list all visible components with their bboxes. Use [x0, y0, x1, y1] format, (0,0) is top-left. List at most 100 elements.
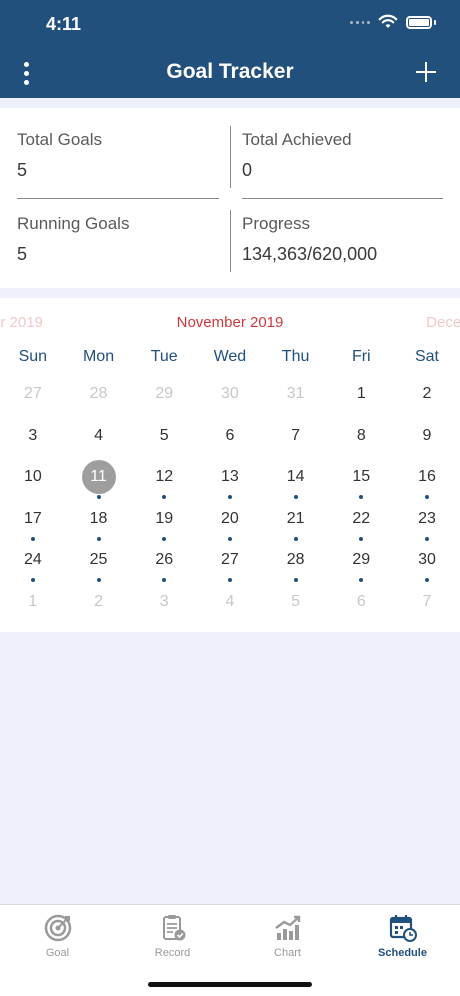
- calendar-day[interactable]: 3: [0, 416, 66, 458]
- month-header: er 2019 November 2019 Decemb: [0, 314, 460, 334]
- home-indicator: [148, 982, 312, 987]
- calendar-day[interactable]: 22: [328, 499, 394, 541]
- calendar-day-selected[interactable]: 11: [66, 457, 132, 499]
- day-number: 11: [81, 460, 116, 494]
- calendar-day[interactable]: 1: [328, 374, 394, 416]
- day-number: 6: [225, 426, 235, 444]
- divider: [17, 198, 219, 199]
- calendar-day[interactable]: 31: [263, 374, 329, 416]
- day-number: 13: [221, 468, 239, 485]
- calendar-day[interactable]: 1: [0, 582, 66, 624]
- day-number: 29: [155, 385, 174, 402]
- calendar-day[interactable]: 13: [197, 457, 263, 499]
- day-number: 20: [221, 509, 239, 527]
- calendar-day[interactable]: 9: [394, 416, 460, 458]
- day-number: 30: [221, 385, 239, 402]
- calendar-week: 1 2 3 4 5 6 7: [0, 582, 460, 624]
- day-number: 27: [221, 551, 239, 568]
- divider: [230, 210, 231, 272]
- tab-goal[interactable]: Goal: [0, 905, 115, 996]
- calendar-day[interactable]: 12: [131, 457, 197, 499]
- day-number: 14: [286, 468, 305, 485]
- calendar-day[interactable]: 3: [131, 582, 197, 624]
- stat-label: Total Achieved: [242, 130, 352, 149]
- calendar-clock-icon: [389, 915, 417, 942]
- day-number: 27: [23, 385, 42, 402]
- weekday-label: Fri: [351, 348, 371, 365]
- day-number: 5: [159, 426, 169, 444]
- day-number: 5: [291, 592, 301, 610]
- add-goal-button[interactable]: [414, 60, 438, 84]
- calendar-day[interactable]: 5: [131, 416, 197, 458]
- divider: [242, 198, 443, 199]
- calendar-day[interactable]: 7: [394, 582, 460, 624]
- calendar-day[interactable]: 23: [394, 499, 460, 541]
- calendar-day[interactable]: 30: [394, 540, 460, 582]
- day-number: 24: [23, 551, 42, 568]
- current-month-label: November 2019: [176, 314, 284, 331]
- calendar-day[interactable]: 26: [131, 540, 197, 582]
- day-number: 6: [356, 592, 366, 610]
- calendar-day[interactable]: 28: [263, 540, 329, 582]
- tab-label: Schedule: [378, 947, 427, 959]
- clipboard-check-icon: [162, 915, 185, 941]
- calendar-week: 17 18 19 20 21 22 23: [0, 499, 460, 541]
- calendar: er 2019 November 2019 Decemb Sun Mon Tue We…: [0, 298, 460, 632]
- calendar-day[interactable]: 7: [263, 416, 329, 458]
- stat-value: 5: [17, 244, 28, 264]
- calendar-day[interactable]: 6: [197, 416, 263, 458]
- calendar-day[interactable]: 21: [263, 499, 329, 541]
- day-number: 28: [286, 551, 305, 568]
- calendar-day[interactable]: 18: [66, 499, 132, 541]
- calendar-day[interactable]: 16: [394, 457, 460, 499]
- calendar-day[interactable]: 27: [197, 540, 263, 582]
- day-number: 23: [418, 509, 436, 527]
- calendar-day[interactable]: 28: [66, 374, 132, 416]
- calendar-day[interactable]: 15: [328, 457, 394, 499]
- calendar-day[interactable]: 14: [263, 457, 329, 499]
- weekday-label: Mon: [82, 348, 115, 365]
- calendar-day[interactable]: 29: [131, 374, 197, 416]
- calendar-day[interactable]: 17: [0, 499, 66, 541]
- status-icons: [350, 14, 436, 30]
- calendar-day[interactable]: 2: [66, 582, 132, 624]
- calendar-day[interactable]: 4: [197, 582, 263, 624]
- day-number: 7: [422, 592, 432, 610]
- next-month-label[interactable]: Decemb: [426, 314, 460, 331]
- calendar-day[interactable]: 4: [66, 416, 132, 458]
- calendar-day[interactable]: 19: [131, 499, 197, 541]
- calendar-day[interactable]: 8: [328, 416, 394, 458]
- calendar-day[interactable]: 20: [197, 499, 263, 541]
- calendar-day[interactable]: 24: [0, 540, 66, 582]
- calendar-day[interactable]: 27: [0, 374, 66, 416]
- day-number: 29: [352, 551, 371, 568]
- calendar-day[interactable]: 10: [0, 457, 66, 499]
- stat-label: Running Goals: [17, 214, 130, 233]
- calendar-day[interactable]: 30: [197, 374, 263, 416]
- divider: [230, 126, 231, 188]
- calendar-day[interactable]: 6: [328, 582, 394, 624]
- day-number: 21: [286, 509, 305, 527]
- calendar-week: 27 28 29 30 31 1 2: [0, 374, 460, 416]
- signal-icon: [350, 19, 370, 25]
- weekday-label: Tue: [150, 348, 178, 365]
- calendar-day[interactable]: 25: [66, 540, 132, 582]
- calendar-day[interactable]: 5: [263, 582, 329, 624]
- target-icon: [44, 914, 71, 942]
- status-time: 4:11: [46, 14, 82, 34]
- tab-schedule[interactable]: Schedule: [345, 905, 460, 996]
- day-number: 9: [422, 426, 432, 444]
- stat-value: 134,363/620,000: [242, 244, 378, 264]
- calendar-grid: 27 28 29 30 31 1 2 3 4 5 6 7 8 9 10 11 12 13 14 15 16 17 18 19 2…: [0, 374, 460, 623]
- calendar-day[interactable]: 29: [328, 540, 394, 582]
- tab-label: Goal: [45, 947, 70, 959]
- day-number: 30: [418, 551, 436, 568]
- calendar-day[interactable]: 2: [394, 374, 460, 416]
- day-number: 2: [422, 385, 432, 402]
- battery-icon: [406, 15, 432, 29]
- stat-value: 0: [242, 160, 253, 180]
- calendar-week: 3 4 5 6 7 8 9: [0, 416, 460, 458]
- day-number: 2: [94, 592, 103, 610]
- stats-panel: Total Goals 5 Total Achieved 0 Running G…: [0, 108, 460, 288]
- day-number: 3: [159, 592, 169, 610]
